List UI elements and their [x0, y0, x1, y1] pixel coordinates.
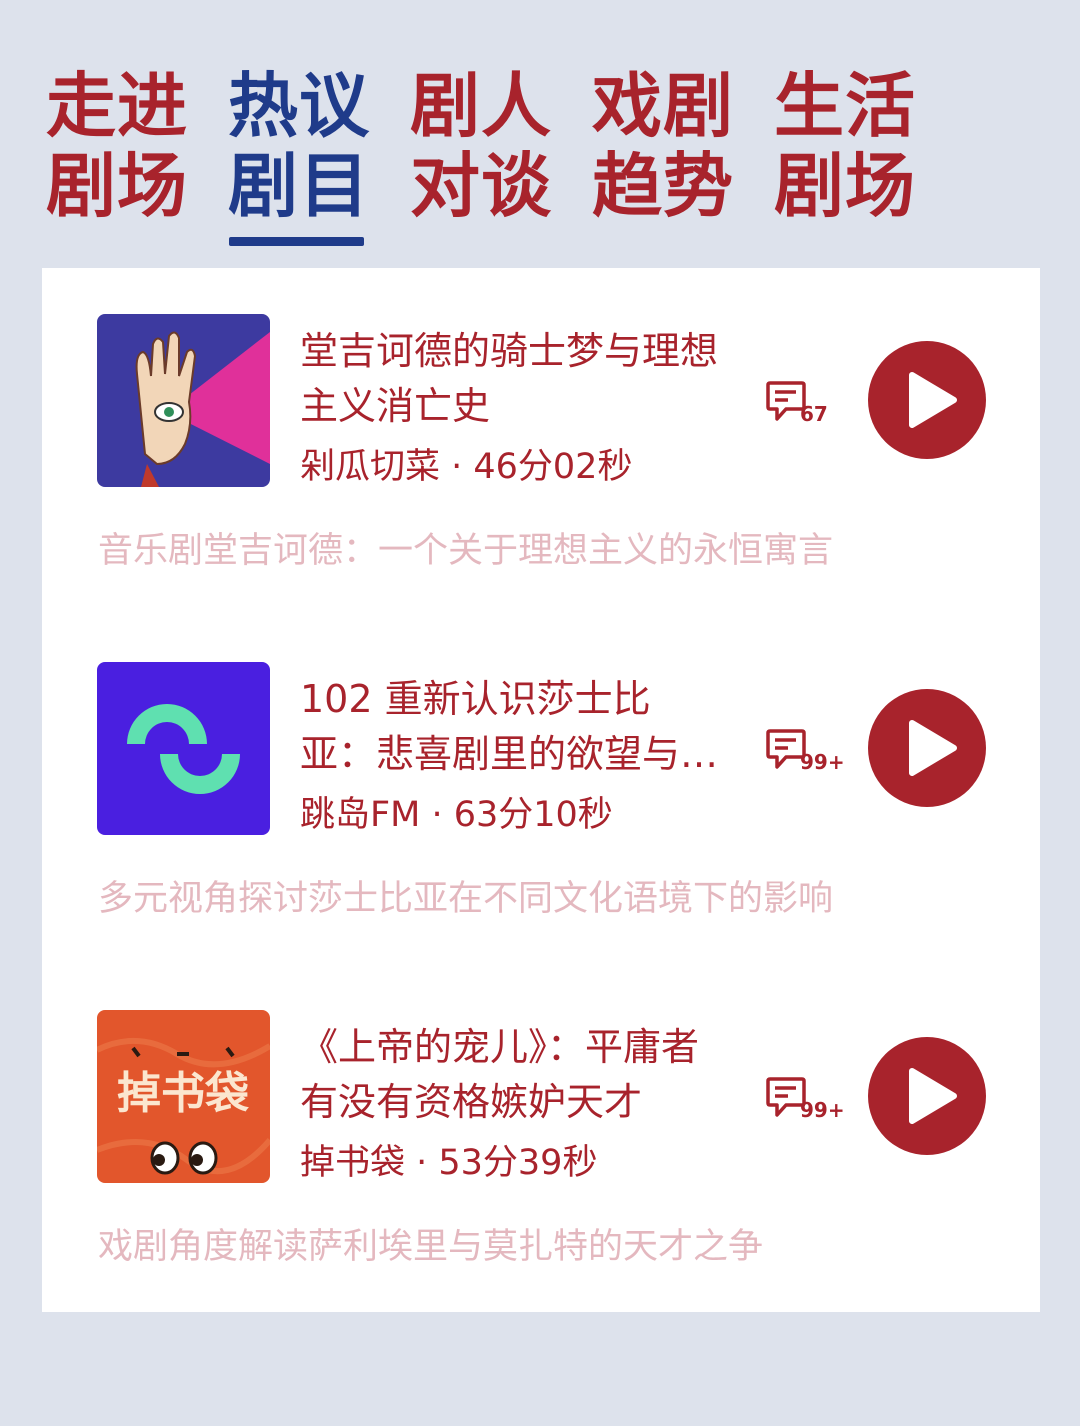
hand-eye-illustration-icon [97, 314, 270, 487]
tab-hot-plays[interactable]: 热议 剧目 [228, 66, 370, 226]
book-bag-logo-text: 掉书袋 [117, 1068, 249, 1119]
play-icon [909, 372, 957, 428]
episode-title[interactable]: 102 重新认识莎士比亚：悲喜剧里的欲望与命运 [300, 672, 720, 782]
episode-description: 音乐剧堂吉诃德：一个关于理想主义的永恒寓言 [98, 531, 834, 571]
play-button[interactable] [868, 341, 986, 459]
comment-button[interactable]: 99+ [766, 1076, 846, 1126]
episode-description: 戏剧角度解读萨利埃里与莫扎特的天才之争 [98, 1227, 764, 1267]
comment-count: 99+ [800, 750, 845, 774]
play-icon [909, 1068, 957, 1124]
tab-drama-trends[interactable]: 戏剧 趋势 [592, 66, 734, 226]
episode-item[interactable]: 堂吉诃德的骑士梦与理想主义消亡史 剁瓜切菜 · 46分02秒 67 音乐剧堂吉诃… [42, 268, 1040, 571]
episode-meta: 掉书袋 · 53分39秒 [300, 1143, 598, 1183]
comment-count: 67 [800, 402, 828, 426]
play-icon [909, 720, 957, 776]
play-button[interactable] [868, 1037, 986, 1155]
comment-button[interactable]: 99+ [766, 728, 846, 778]
book-bag-logo-icon: 掉书袋 [97, 1010, 270, 1183]
tab-into-theater[interactable]: 走进 剧场 [46, 66, 188, 226]
comment-count: 99+ [800, 1098, 845, 1122]
episode-description: 多元视角探讨莎士比亚在不同文化语境下的影响 [98, 879, 834, 919]
episode-meta: 跳岛FM · 63分10秒 [300, 795, 613, 835]
active-tab-indicator [229, 237, 364, 246]
episode-title[interactable]: 《上帝的宠儿》：平庸者有没有资格嫉妒天才 [300, 1020, 720, 1130]
episode-item[interactable]: 掉书袋 《上帝的宠儿》：平庸者有没有资格嫉妒天才 掉书袋 · 53分39秒 99… [42, 964, 1040, 1267]
episode-title[interactable]: 堂吉诃德的骑士梦与理想主义消亡史 [300, 324, 720, 434]
episode-item[interactable]: 102 重新认识莎士比亚：悲喜剧里的欲望与命运 跳岛FM · 63分10秒 99… [42, 616, 1040, 919]
tab-people-talks[interactable]: 剧人 对谈 [410, 66, 552, 226]
island-logo-icon [97, 662, 270, 835]
tab-life-theater[interactable]: 生活 剧场 [774, 66, 916, 226]
episode-list: 堂吉诃德的骑士梦与理想主义消亡史 剁瓜切菜 · 46分02秒 67 音乐剧堂吉诃… [42, 268, 1040, 1312]
play-button[interactable] [868, 689, 986, 807]
episode-meta: 剁瓜切菜 · 46分02秒 [300, 447, 633, 487]
comment-button[interactable]: 67 [766, 380, 846, 430]
category-tabs: 走进 剧场 热议 剧目 剧人 对谈 戏剧 趋势 生活 剧场 [0, 0, 1080, 260]
